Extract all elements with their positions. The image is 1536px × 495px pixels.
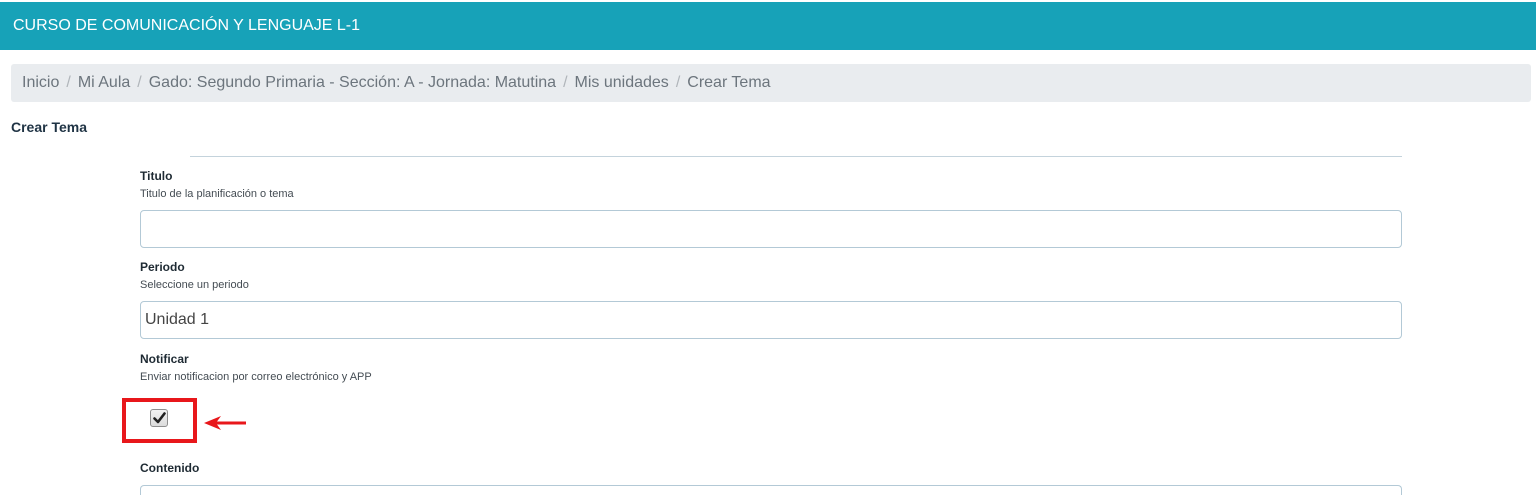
- notificar-checkbox[interactable]: [150, 409, 168, 427]
- breadcrumb-item-inicio[interactable]: Inicio: [22, 74, 59, 92]
- contenido-editor[interactable]: [140, 485, 1402, 495]
- breadcrumb: Inicio / Mi Aula / Gado: Segundo Primari…: [11, 64, 1531, 102]
- periodo-label: Periodo: [140, 260, 185, 274]
- breadcrumb-separator: /: [137, 74, 142, 91]
- contenido-label: Contenido: [140, 461, 200, 475]
- breadcrumb-separator: /: [563, 74, 568, 91]
- page-title: Crear Tema: [11, 119, 88, 135]
- breadcrumb-item-mis-unidades[interactable]: Mis unidades: [575, 74, 669, 92]
- breadcrumb-separator: /: [66, 74, 71, 91]
- titulo-label: Titulo: [140, 169, 173, 183]
- titulo-help: Titulo de la planificación o tema: [140, 188, 294, 200]
- breadcrumb-item-mi-aula[interactable]: Mi Aula: [78, 74, 130, 92]
- notificar-label: Notificar: [140, 352, 189, 366]
- periodo-help: Seleccione un periodo: [140, 279, 249, 291]
- titulo-input[interactable]: [140, 210, 1402, 248]
- breadcrumb-item-crear-tema: Crear Tema: [687, 74, 771, 91]
- annotation-arrow-icon: [204, 416, 246, 430]
- periodo-select[interactable]: [140, 301, 1402, 339]
- form-divider: [190, 156, 1402, 157]
- breadcrumb-separator: /: [675, 74, 681, 91]
- course-title: CURSO DE COMUNICACIÓN Y LENGUAJE L-1: [13, 17, 361, 34]
- course-header: CURSO DE COMUNICACIÓN Y LENGUAJE L-1: [0, 2, 1536, 50]
- breadcrumb-item-grado-seccion[interactable]: Gado: Segundo Primaria - Sección: A - Jo…: [149, 74, 556, 92]
- checkmark-icon: [152, 412, 166, 424]
- notificar-help: Enviar notificacion por correo electróni…: [140, 371, 372, 383]
